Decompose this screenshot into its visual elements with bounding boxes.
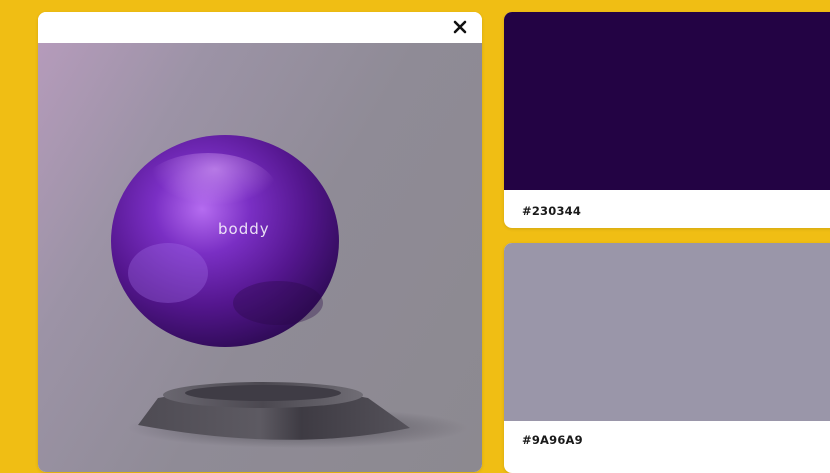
color-swatch-card[interactable]: #9A96A9 [504,243,830,473]
card-header [38,12,482,43]
swatch-color-block [504,243,830,421]
product-illustration [111,135,468,448]
product-photo: boddy [38,43,482,472]
image-preview-card: boddy [38,12,482,472]
color-swatch-card[interactable]: #230344 [504,12,830,228]
swatch-hex-label: #9A96A9 [522,433,583,447]
swatch-color-block [504,12,830,190]
close-icon [453,20,467,34]
close-button[interactable] [448,15,472,39]
swatch-hex-label: #230344 [522,204,582,218]
brand-logo-text: boddy [218,220,270,238]
